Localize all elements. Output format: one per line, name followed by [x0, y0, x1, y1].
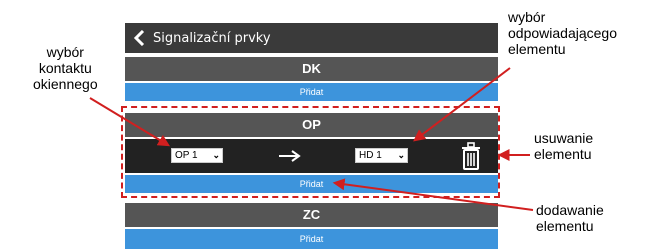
window-title: Signalizační prvky — [153, 30, 271, 46]
section-header-dk: DK — [125, 57, 498, 81]
annotation-remove-line: usuwanie — [534, 130, 594, 146]
annotation-element-line: wybór — [508, 9, 546, 25]
annotation-remove-line: elementu — [534, 146, 592, 162]
annotation-contact: wybór kontaktu okiennego — [33, 44, 98, 92]
element-select-value: HD 1 — [359, 150, 382, 161]
trash-icon[interactable] — [459, 141, 483, 171]
assignment-row: OP 1 ⌄ HD 1 ⌄ — [125, 139, 498, 173]
section-header-zc: ZC — [125, 203, 498, 227]
section-header-op: OP — [125, 113, 498, 137]
arrow-right-icon — [279, 150, 301, 162]
annotation-add-line: elementu — [536, 218, 594, 234]
annotation-contact-line: okiennego — [33, 76, 98, 92]
add-button-zc[interactable]: Přidat — [125, 229, 498, 249]
annotation-contact-line: kontaktu — [38, 60, 92, 76]
contact-select-value: OP 1 — [175, 150, 198, 161]
title-bar: Signalizační prvky — [125, 23, 498, 53]
annotation-add: dodawanie elementu — [536, 202, 604, 234]
element-select[interactable]: HD 1 ⌄ — [355, 148, 408, 163]
annotation-element-line: elementu — [508, 41, 566, 57]
annotation-element: wybór odpowiadającego elementu — [508, 9, 617, 57]
annotation-remove: usuwanie elementu — [534, 130, 593, 162]
annotation-element-line: odpowiadającego — [508, 25, 617, 41]
add-button-dk[interactable]: Přidat — [125, 83, 498, 101]
contact-select[interactable]: OP 1 ⌄ — [171, 148, 223, 163]
signal-elements-panel: Signalizační prvky DK Přidat OP OP 1 ⌄ H… — [125, 23, 498, 249]
add-button-op[interactable]: Přidat — [125, 175, 498, 193]
annotation-contact-line: wybór — [46, 44, 84, 60]
chevron-left-icon[interactable] — [133, 29, 147, 47]
annotation-add-line: dodawanie — [536, 202, 604, 218]
chevron-down-icon: ⌄ — [212, 150, 220, 160]
chevron-down-icon: ⌄ — [397, 150, 405, 160]
